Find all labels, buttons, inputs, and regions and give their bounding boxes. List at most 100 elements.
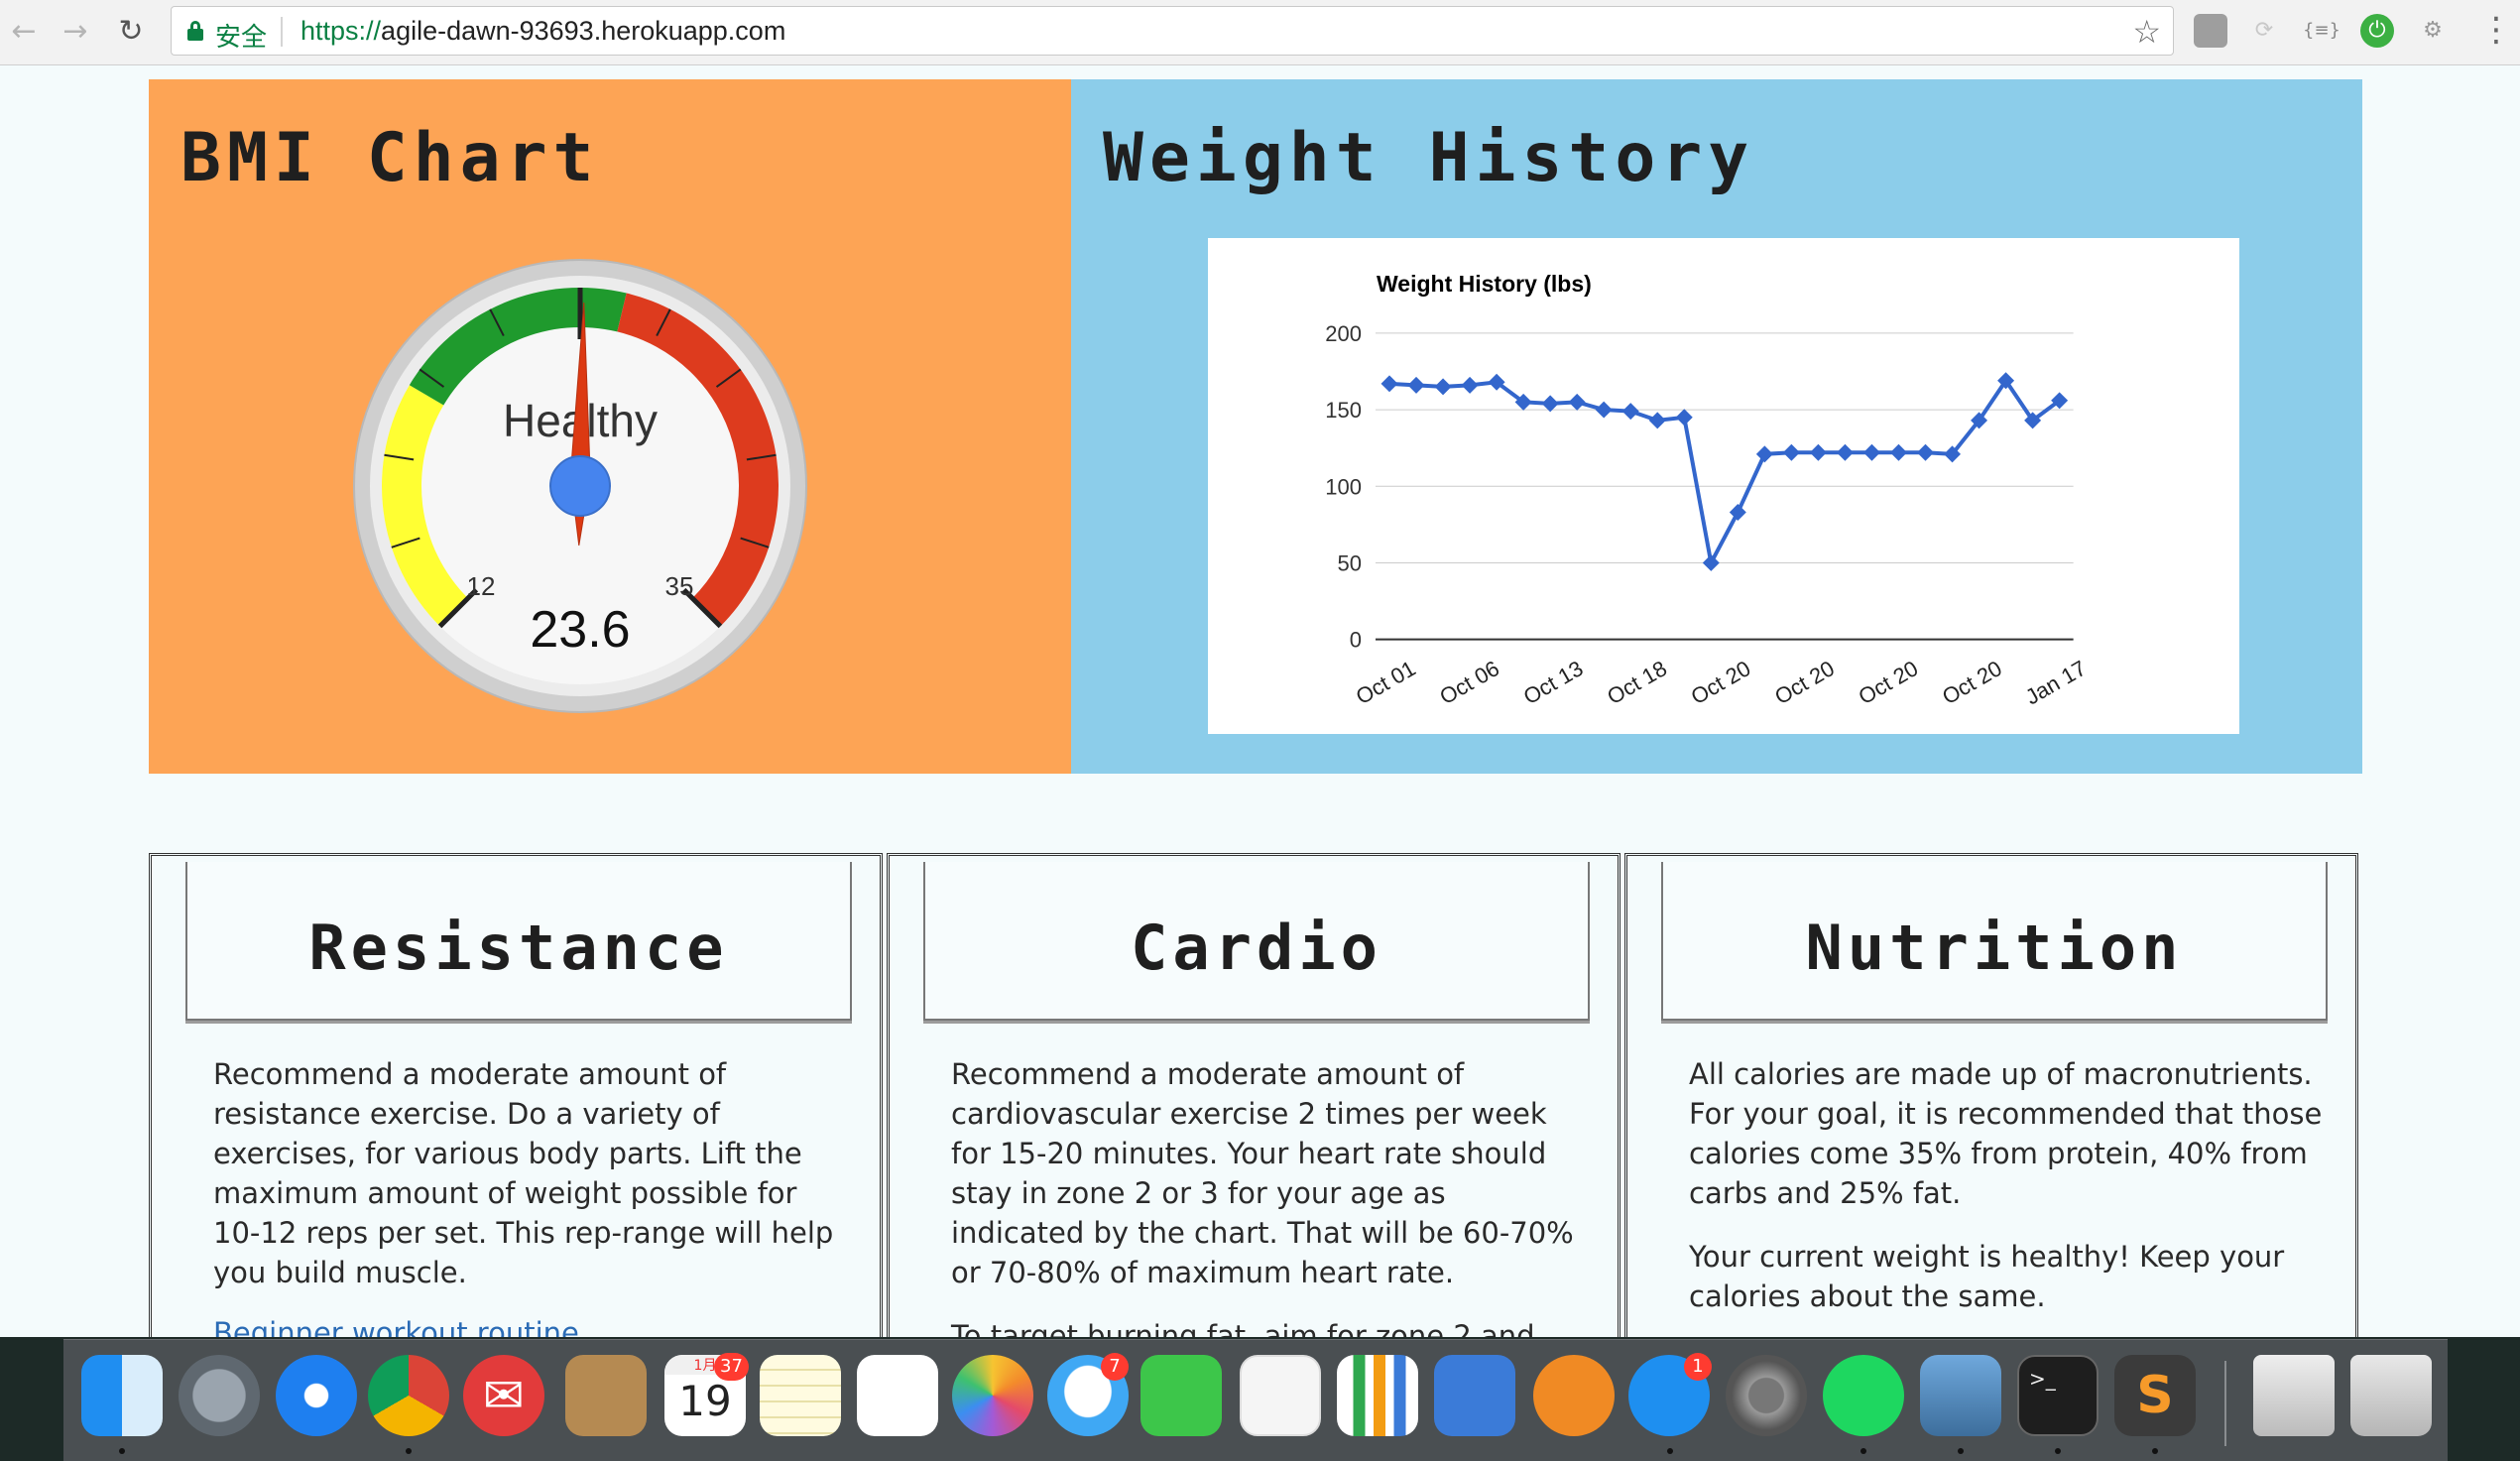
lock-icon bbox=[187, 21, 203, 41]
resistance-title: Resistance bbox=[308, 912, 729, 984]
x-tick-label: Oct 20 bbox=[1687, 656, 1755, 709]
url-text[interactable]: https://agile-dawn-93693.herokuapp.com bbox=[300, 16, 785, 47]
data-point bbox=[1809, 443, 1827, 461]
bmi-panel: BMI Chart Healthy 12 35 23.6 bbox=[149, 79, 1071, 774]
downloads-stack-icon[interactable] bbox=[2253, 1355, 2335, 1436]
contacts-icon[interactable] bbox=[565, 1355, 647, 1436]
data-point bbox=[1648, 412, 1666, 429]
data-point bbox=[1702, 553, 1720, 571]
y-tick-label: 50 bbox=[1338, 550, 1362, 575]
x-tick-label: Oct 01 bbox=[1352, 656, 1420, 709]
x-tick-label: Oct 13 bbox=[1519, 656, 1588, 709]
airmail-icon[interactable]: ✉ bbox=[463, 1355, 544, 1436]
system-preferences-icon[interactable] bbox=[1726, 1355, 1807, 1436]
photos-icon[interactable] bbox=[952, 1355, 1033, 1436]
resistance-card: Resistance Recommend a moderate amount o… bbox=[149, 853, 883, 1369]
data-point bbox=[1461, 376, 1479, 394]
resistance-text: Recommend a moderate amount of resistanc… bbox=[213, 1057, 834, 1289]
browser-menu-icon[interactable]: ⋮ bbox=[2479, 10, 2513, 50]
data-point bbox=[1595, 401, 1613, 419]
messages-badge: 7 bbox=[1101, 1353, 1129, 1381]
nutrition-text-1: All calories are made up of macronutrien… bbox=[1689, 1057, 2323, 1210]
numbers-icon[interactable] bbox=[1337, 1355, 1418, 1436]
secure-label: 安全 bbox=[215, 23, 268, 53]
x-tick-label: Oct 18 bbox=[1603, 656, 1671, 709]
app-store-badge: 1 bbox=[1684, 1353, 1712, 1381]
notes-icon[interactable] bbox=[760, 1355, 841, 1436]
y-tick-label: 100 bbox=[1325, 474, 1362, 499]
gauge-max-label: 35 bbox=[665, 571, 694, 601]
gauge-min-label: 12 bbox=[467, 571, 496, 601]
finder-icon[interactable] bbox=[81, 1355, 163, 1436]
x-tick-label: Oct 20 bbox=[1855, 656, 1923, 709]
data-point bbox=[1621, 403, 1639, 421]
bmi-title: BMI Chart bbox=[180, 119, 600, 197]
facetime-icon[interactable] bbox=[1140, 1355, 1222, 1436]
reminders-icon[interactable] bbox=[857, 1355, 938, 1436]
x-tick-label: Jan 17 bbox=[2021, 656, 2091, 710]
forward-arrow-icon[interactable]: → bbox=[56, 12, 95, 52]
spotify-icon[interactable] bbox=[1823, 1355, 1904, 1436]
weight-history-chart: Weight History (lbs) 200 150 100 50 0 Oct 01… bbox=[1325, 271, 2091, 710]
cardio-card: Cardio Recommend a moderate amount of ca… bbox=[887, 853, 1620, 1369]
chrome-icon[interactable] bbox=[368, 1355, 449, 1436]
chart-title: Weight History (lbs) bbox=[1377, 271, 1592, 297]
keynote-icon[interactable] bbox=[1434, 1355, 1515, 1436]
preview-icon[interactable] bbox=[1920, 1355, 2001, 1436]
url-scheme: https:// bbox=[300, 16, 382, 46]
dock-separator bbox=[2224, 1361, 2226, 1446]
extension-icon-1[interactable] bbox=[2194, 14, 2227, 48]
y-tick-label: 0 bbox=[1350, 628, 1362, 653]
y-tick-label: 150 bbox=[1325, 398, 1362, 423]
weight-chart-card: Weight History (lbs) 200 150 100 50 0 Oct 01… bbox=[1208, 238, 2239, 734]
url-separator bbox=[281, 17, 283, 47]
finder-running-dot bbox=[119, 1448, 125, 1454]
nutrition-card: Nutrition All calories are made up of ma… bbox=[1624, 853, 2358, 1369]
data-point bbox=[1675, 409, 1693, 426]
data-point bbox=[1729, 504, 1746, 521]
data-point bbox=[1889, 443, 1907, 461]
resistance-header: Resistance bbox=[185, 862, 852, 1021]
chrome-running-dot bbox=[406, 1448, 412, 1454]
trash-icon[interactable] bbox=[2350, 1355, 2432, 1436]
x-tick-label: Oct 20 bbox=[1770, 656, 1839, 709]
gauge-value: 23.6 bbox=[530, 601, 630, 659]
safari-icon[interactable] bbox=[276, 1355, 357, 1436]
data-point bbox=[1755, 445, 1773, 463]
bmi-gauge: Healthy 12 35 23.6 bbox=[352, 258, 808, 714]
weight-panel: Weight History Weight History (lbs) 200 1… bbox=[1071, 79, 2362, 774]
address-bar[interactable]: 安全 https://agile-dawn-93693.herokuapp.co… bbox=[171, 6, 2174, 56]
terminal-icon[interactable]: >_ bbox=[2017, 1355, 2099, 1436]
sublime-text-icon[interactable]: S bbox=[2114, 1355, 2196, 1436]
cardio-text-1: Recommend a moderate amount of cardiovas… bbox=[951, 1057, 1574, 1289]
calendar-badge: 37 bbox=[714, 1353, 749, 1381]
json-viewer-icon[interactable]: {≡} bbox=[2303, 14, 2340, 48]
bookmark-star-icon[interactable]: ☆ bbox=[2132, 13, 2161, 51]
launchpad-icon[interactable] bbox=[179, 1355, 260, 1436]
sublime-running-dot bbox=[2152, 1448, 2158, 1454]
ibooks-icon[interactable] bbox=[1533, 1355, 1615, 1436]
reload-icon[interactable]: ↻ bbox=[111, 12, 151, 52]
data-point bbox=[1407, 376, 1425, 394]
data-point bbox=[1917, 443, 1934, 461]
extension-icon-2[interactable]: ⟳ bbox=[2247, 14, 2281, 48]
data-point bbox=[1836, 443, 1854, 461]
cardio-title: Cardio bbox=[1131, 912, 1382, 984]
appstore-running-dot bbox=[1667, 1448, 1673, 1454]
pages-icon[interactable] bbox=[1240, 1355, 1321, 1436]
browser-toolbar: ← → ↻ 安全 https://agile-dawn-93693.heroku… bbox=[0, 0, 2520, 65]
calendar-day: 19 bbox=[678, 1377, 732, 1425]
weight-title: Weight History bbox=[1103, 119, 1755, 197]
nutrition-text-2: Your current weight is healthy! Keep you… bbox=[1689, 1240, 2285, 1313]
bmi-gauge-svg: Healthy 12 35 23.6 bbox=[353, 259, 807, 713]
data-point bbox=[1862, 443, 1880, 461]
settings-extension-icon[interactable]: ⚙ bbox=[2416, 14, 2450, 48]
back-arrow-icon[interactable]: ← bbox=[4, 12, 44, 52]
data-point bbox=[1434, 378, 1452, 396]
y-tick-label: 200 bbox=[1325, 321, 1362, 346]
terminal-running-dot bbox=[2055, 1448, 2061, 1454]
x-tick-label: Oct 20 bbox=[1938, 656, 2006, 709]
green-extension-icon[interactable]: ⏻ bbox=[2360, 14, 2394, 48]
spotify-running-dot bbox=[1860, 1448, 1866, 1454]
nutrition-header: Nutrition bbox=[1661, 862, 2328, 1021]
